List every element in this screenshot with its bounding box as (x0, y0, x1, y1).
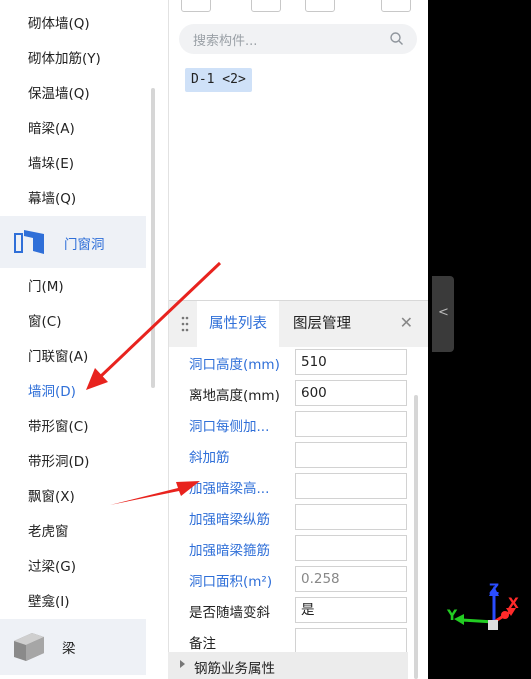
search-icon[interactable] (389, 31, 405, 47)
axis-x-label: X (508, 596, 519, 612)
group-rebar-properties[interactable]: 钢筋业务属性 (168, 652, 408, 679)
search-placeholder: 搜索构件... (193, 34, 258, 49)
property-value-field[interactable] (295, 628, 407, 654)
property-label[interactable]: 斜加筋 (189, 446, 295, 466)
property-label[interactable]: 洞口面积(m²) (189, 570, 295, 590)
caret-right-icon (180, 660, 185, 668)
axis-y-label: Y (447, 608, 458, 624)
property-value-field[interactable] (295, 535, 407, 561)
property-value-field[interactable] (295, 504, 407, 530)
close-icon[interactable]: ✕ (400, 315, 413, 331)
nav-item-wall-opening[interactable]: 墙洞(D) (28, 383, 76, 401)
nav-item-door[interactable]: 门(M) (28, 278, 64, 296)
nav-item-door-window[interactable]: 门联窗(A) (28, 348, 88, 366)
properties-panel: 属性列表 图层管理 ✕ 洞口高度(mm) 510 离地高度(mm) 600 洞口每侧加.… (169, 300, 429, 679)
nav-item-window[interactable]: 窗(C) (28, 313, 61, 331)
property-row-follow-slope: 是否随墙变斜 是 (169, 595, 429, 626)
property-row-diagonal-rebar: 斜加筋 (169, 440, 429, 471)
axis-z-label: Z (489, 582, 500, 598)
component-item[interactable]: D-1 <2> (185, 68, 252, 92)
property-row-sill-height: 离地高度(mm) 600 (169, 378, 429, 409)
nav-item-strip-window[interactable]: 带形窗(C) (28, 418, 88, 436)
toolbar-button-1[interactable] (181, 0, 211, 12)
property-row-reinforced-beam-long: 加强暗梁纵筋 (169, 502, 429, 533)
category-doors-windows[interactable]: 门窗洞 (0, 216, 146, 268)
nav-item-dormer[interactable]: 老虎窗 (28, 523, 69, 541)
group-label: 钢筋业务属性 (194, 661, 275, 677)
nav-item-insulation-wall[interactable]: 保温墙(Q) (28, 85, 90, 103)
drag-handle-icon[interactable] (181, 316, 189, 336)
property-row-side-rebar: 洞口每侧加... (169, 409, 429, 440)
properties-scrollbar[interactable] (414, 395, 418, 679)
property-value-field[interactable]: 600 (295, 380, 407, 406)
property-label[interactable]: 洞口每侧加... (189, 415, 295, 435)
property-label: 备注 (189, 636, 216, 652)
property-row-reinforced-beam-height: 加强暗梁高... (169, 471, 429, 502)
category-beam[interactable]: 梁 (0, 619, 146, 675)
property-value-field[interactable]: 是 (295, 597, 407, 623)
nav-item-strip-opening[interactable]: 带形洞(D) (28, 453, 89, 471)
category-label: 梁 (62, 641, 76, 657)
property-value-field[interactable] (295, 442, 407, 468)
tab-layer-management[interactable]: 图层管理 (293, 301, 351, 347)
property-label[interactable]: 洞口高度(mm) (189, 353, 295, 373)
beam-icon (14, 631, 44, 667)
toolbar-button-4[interactable] (381, 0, 411, 12)
category-label: 门窗洞 (64, 237, 105, 253)
property-row-opening-height: 洞口高度(mm) 510 (169, 347, 429, 378)
nav-item-masonry-wall[interactable]: 砌体墙(Q) (28, 15, 90, 33)
properties-tabs: 属性列表 图层管理 ✕ (169, 301, 429, 347)
nav-item-concealed-beam[interactable]: 暗梁(A) (28, 120, 75, 138)
toolbar-button-3[interactable] (305, 0, 335, 12)
component-tree: 砌体墙(Q) 砌体加筋(Y) 保温墙(Q) 暗梁(A) 墙垛(E) 幕墙(Q) 门窗洞 门… (0, 0, 160, 679)
property-label[interactable]: 加强暗梁纵筋 (189, 508, 295, 528)
property-row-reinforced-beam-stirrup: 加强暗梁箍筋 (169, 533, 429, 564)
component-list-panel: 搜索构件... D-1 <2> 属性列表 图层管理 ✕ 洞口高度(mm) 510 离… (168, 0, 429, 679)
tab-property-list[interactable]: 属性列表 (197, 301, 279, 347)
property-value-field[interactable]: 510 (295, 349, 407, 375)
toolbar-button-2[interactable] (251, 0, 281, 12)
panel-collapse-button[interactable]: < (432, 276, 454, 352)
property-label: 离地高度(mm) (189, 388, 280, 404)
door-window-icon (14, 230, 44, 258)
property-row-opening-area: 洞口面积(m²) 0.258 (169, 564, 429, 595)
search-input[interactable]: 搜索构件... (179, 24, 417, 54)
nav-scrollbar[interactable] (151, 88, 155, 388)
nav-item-lintel[interactable]: 过梁(G) (28, 558, 76, 576)
nav-item-wall-pier[interactable]: 墙垛(E) (28, 155, 74, 173)
property-label: 是否随墙变斜 (189, 605, 270, 621)
chevron-left-icon: < (438, 305, 449, 320)
nav-item-niche[interactable]: 壁龛(I) (28, 593, 70, 611)
nav-item-curtain-wall[interactable]: 幕墙(Q) (28, 190, 76, 208)
nav-item-masonry-rebar[interactable]: 砌体加筋(Y) (28, 50, 101, 68)
property-label[interactable]: 加强暗梁高... (189, 477, 295, 497)
property-value-field[interactable] (295, 411, 407, 437)
property-value-field[interactable] (295, 473, 407, 499)
property-label[interactable]: 加强暗梁箍筋 (189, 539, 295, 559)
nav-item-bay-window[interactable]: 飘窗(X) (28, 488, 75, 506)
property-value-field[interactable]: 0.258 (295, 566, 407, 592)
